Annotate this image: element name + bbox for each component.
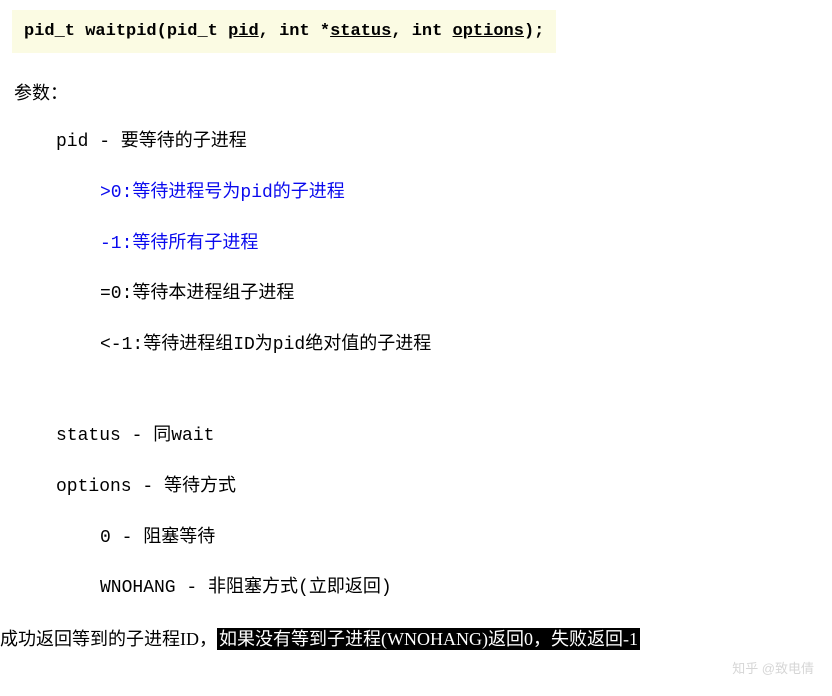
opt-0: 0 - 阻塞等待 — [100, 524, 832, 553]
pid-gt0: >0:等待进程号为pid的子进程 — [100, 179, 832, 208]
pid-lt-neg1: <-1:等待进程组ID为pid绝对值的子进程 — [100, 331, 832, 360]
return-desc: 成功返回等到的子进程ID，如果没有等到子进程(WNOHANG)返回0，失败返回-… — [0, 625, 832, 654]
pid-neg1: -1:等待所有子进程 — [100, 230, 832, 259]
bottom-prefix: 成功返回等到的子进程ID， — [0, 629, 217, 649]
status-param-desc: status - 同wait — [56, 422, 832, 451]
arg3-type: int — [412, 22, 443, 41]
pid-param-desc: pid - 要等待的子进程 — [56, 128, 832, 157]
arg1-name: pid — [228, 22, 259, 41]
arg2-name: status — [330, 22, 391, 41]
params-label: 参数： — [14, 79, 832, 108]
pid-eq0: =0:等待本进程组子进程 — [100, 280, 832, 309]
fn-name: waitpid — [85, 22, 156, 41]
arg3-name: options — [453, 22, 524, 41]
ret-type: pid_t — [24, 22, 75, 41]
tail: ); — [524, 22, 544, 41]
options-param-desc: options - 等待方式 — [56, 473, 832, 502]
function-signature: pid_t waitpid(pid_t pid, int *status, in… — [12, 10, 556, 53]
opt-wnohang: WNOHANG - 非阻塞方式(立即返回) — [100, 574, 832, 603]
bottom-highlight: 如果没有等到子进程(WNOHANG)返回0，失败返回-1 — [217, 628, 640, 650]
arg1-type: pid_t — [167, 22, 218, 41]
arg2-type: int * — [279, 22, 330, 41]
watermark: 知乎 @致电倩 — [732, 659, 814, 680]
